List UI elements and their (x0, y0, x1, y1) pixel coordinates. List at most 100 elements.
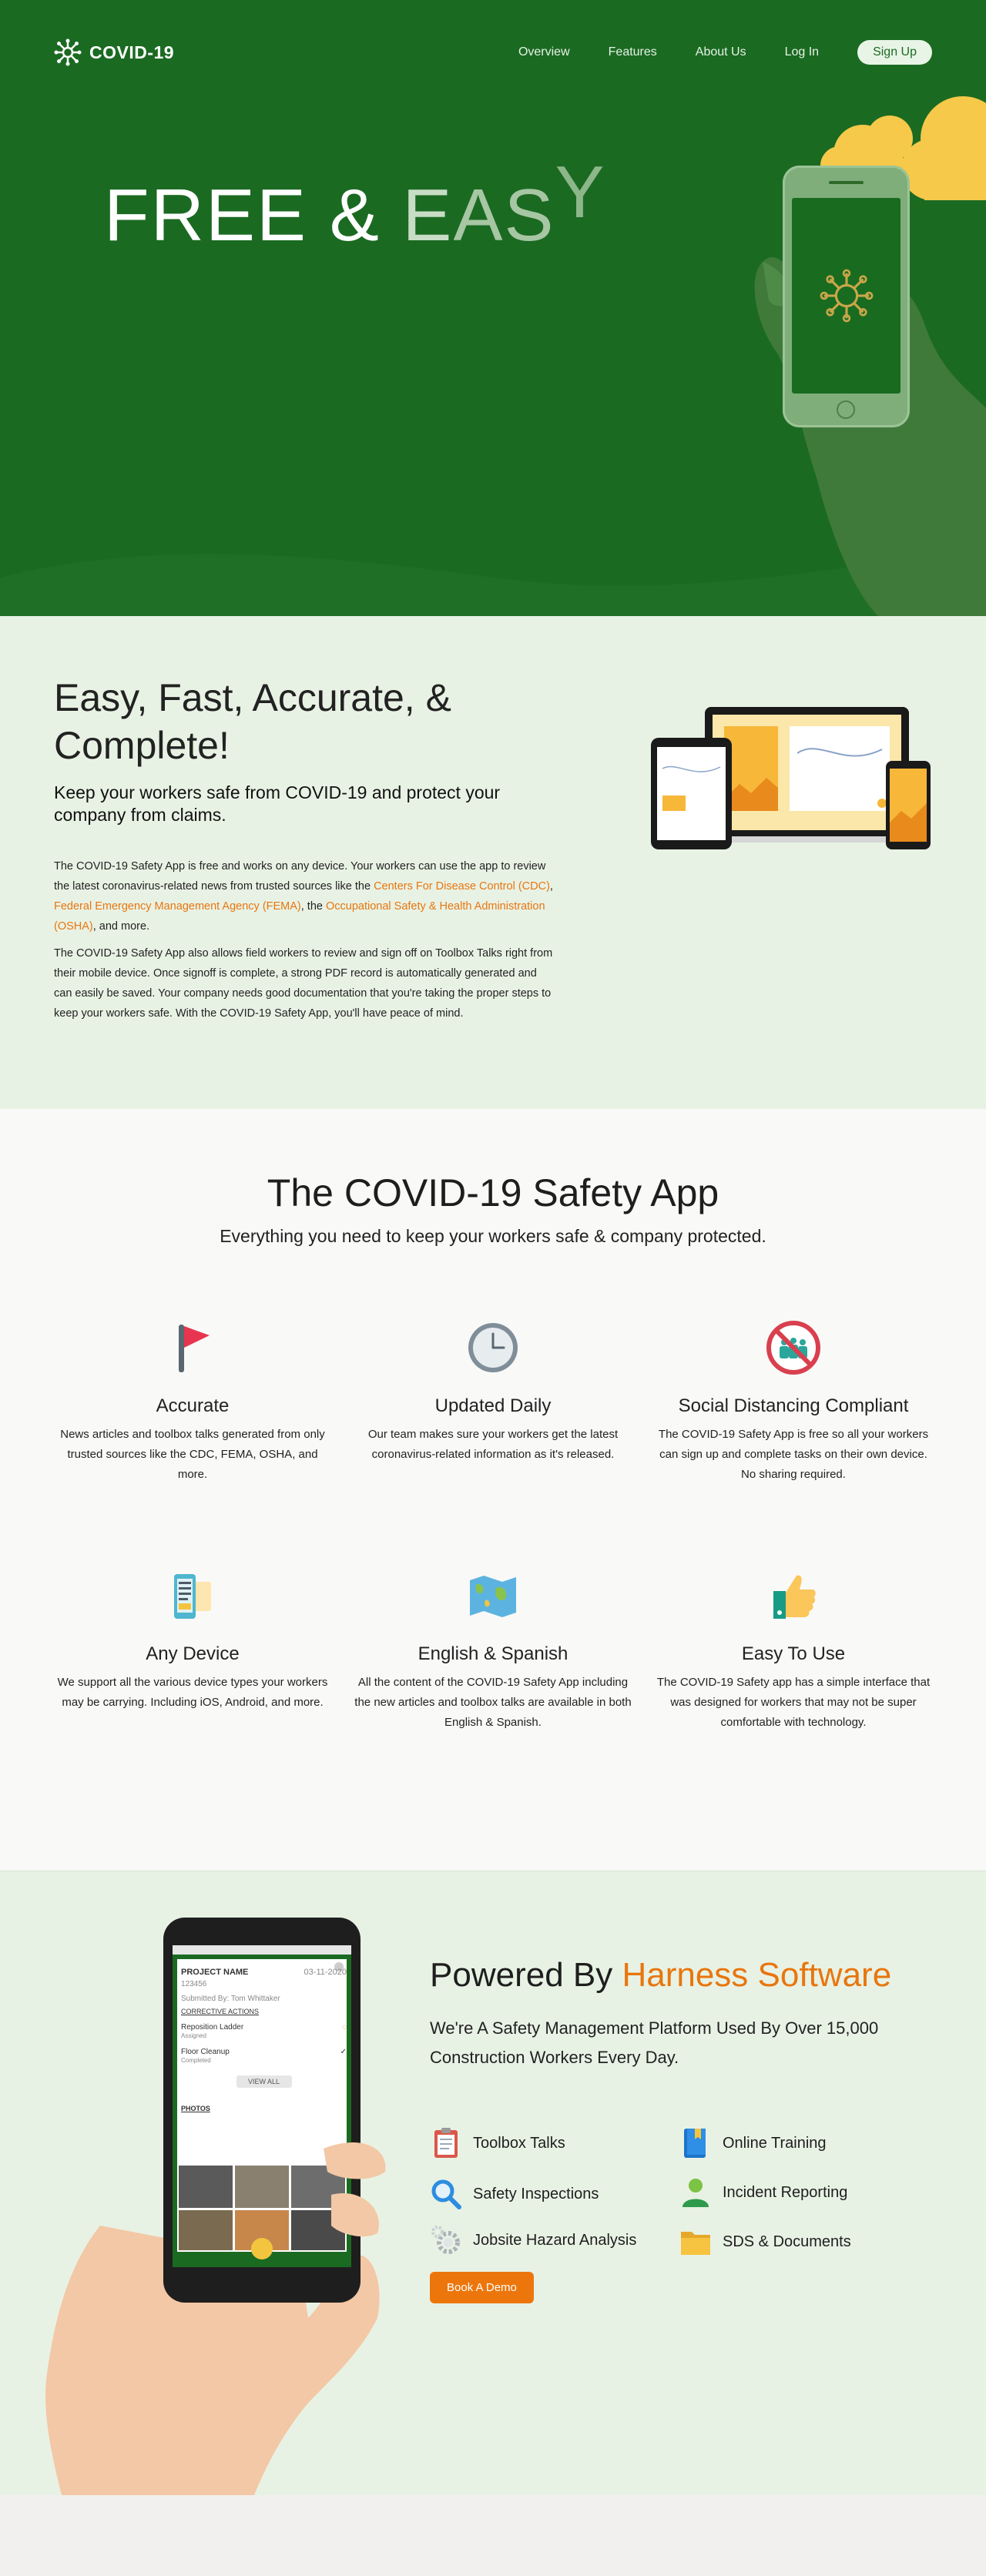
app-corrective-actions: CORRECTIVE ACTIONS (181, 2008, 260, 2015)
product-online-training[interactable]: Online Training (678, 2125, 827, 2161)
check-icon: ✓ (340, 2048, 347, 2056)
hero-title-a: A (453, 174, 505, 256)
brand-name: COVID-19 (89, 42, 175, 62)
clock-icon (468, 1323, 518, 1372)
feature-text: All the content of the COVID-19 Safety A… (354, 1676, 632, 1729)
nav-overview[interactable]: Overview (518, 45, 570, 59)
features-tagline: Everything you need to keep your workers… (220, 1226, 766, 1246)
hero-title-s: S (504, 174, 555, 256)
hero-title: FREE & EASY (104, 151, 606, 258)
cdc-link[interactable]: Centers For Disease Control (CDC) (374, 880, 550, 893)
feature-accurate: Accurate News articles and toolbox talks… (54, 1317, 331, 1485)
app-task-row[interactable]: Reposition Ladder Assigned ◌ (181, 2023, 347, 2040)
intro-paragraph-1: The COVID-19 Safety App is free and work… (54, 856, 555, 936)
product-label: Jobsite Hazard Analysis (473, 2231, 637, 2249)
app-submitted-by: Submitted By: Tom Whittaker (181, 1995, 280, 2003)
thumbs-up-icon (773, 1575, 816, 1619)
powered-section: PROJECT NAME 03-11-2020 123456 Submitted … (0, 1871, 986, 2495)
product-label: Safety Inspections (473, 2185, 599, 2202)
map-icon (470, 1576, 516, 1617)
pending-icon: ◌ (342, 2023, 347, 2032)
powered-heading-prefix: Powered By (430, 1956, 622, 1994)
app-task-row[interactable]: Floor Cleanup Completed ✓ (181, 2048, 347, 2065)
feature-title: Accurate (156, 1395, 230, 1416)
product-label: Online Training (723, 2134, 827, 2152)
flag-icon (179, 1325, 210, 1372)
app-photos-label: PHOTOS (181, 2105, 210, 2112)
intro-paragraph-2: The COVID-19 Safety App also allows fiel… (54, 947, 553, 1020)
product-toolbox-talks[interactable]: Toolbox Talks (428, 2125, 565, 2161)
intro-p1-sep: , (549, 880, 553, 893)
product-label: Incident Reporting (723, 2183, 848, 2201)
powered-heading-accent: Harness Software (622, 1956, 892, 1994)
book-demo-button[interactable]: Book A Demo (430, 2272, 534, 2303)
feature-text: News articles and toolbox talks generate… (60, 1428, 325, 1481)
feature-title: Updated Daily (434, 1395, 552, 1416)
app-task-name: Floor Cleanup (181, 2048, 230, 2056)
virus-icon (54, 39, 82, 66)
intro-section: Easy, Fast, Accurate, & Complete! Keep y… (0, 616, 986, 1109)
feature-english-spanish: English & Spanish All the content of the… (354, 1565, 632, 1733)
devices-illustration (651, 707, 931, 849)
virus-icon (820, 269, 873, 323)
hero-title-main: FREE & (104, 174, 403, 256)
features-heading: The COVID-19 Safety App (267, 1171, 719, 1214)
intro-heading: Easy, Fast, Accurate, & Complete! (54, 676, 451, 767)
feature-title: English & Spanish (418, 1643, 568, 1664)
nav-features[interactable]: Features (609, 45, 657, 59)
app-date: 03-11-2020 (304, 1968, 347, 1977)
app-screen: PROJECT NAME 03-11-2020 123456 Submitted … (181, 1968, 347, 2112)
product-sds-documents[interactable]: SDS & Documents (678, 2224, 851, 2259)
feature-title: Social Distancing Compliant (678, 1395, 909, 1416)
app-task-status: Completed (181, 2057, 211, 2064)
product-jobsite-hazard-analysis[interactable]: Jobsite Hazard Analysis (428, 2223, 636, 2258)
phone-home-button (837, 400, 855, 419)
feature-title: Any Device (146, 1643, 240, 1664)
feature-title: Easy To Use (741, 1643, 846, 1664)
intro-p1-end: , and more. (92, 920, 150, 933)
feature-text: The COVID-19 Safety app has a simple int… (656, 1676, 931, 1729)
app-project-id: 123456 (181, 1980, 207, 1988)
sign-up-button[interactable]: Sign Up (857, 40, 932, 65)
fema-link[interactable]: Federal Emergency Management Agency (FEM… (54, 900, 301, 913)
app-view-all-button[interactable]: VIEW ALL (236, 2075, 292, 2088)
nav-about-us[interactable]: About Us (696, 45, 746, 59)
app-project-label: PROJECT NAME (181, 1968, 249, 1977)
feature-text: We support all the various device types … (57, 1676, 328, 1709)
hero-phone (783, 166, 910, 427)
feature-text: The COVID-19 Safety App is free so all y… (658, 1428, 929, 1481)
footer-strip (0, 2495, 986, 2576)
top-nav: COVID-19 Overview Features About Us Log … (54, 34, 932, 71)
gears-icon (431, 2226, 460, 2254)
brand-logo[interactable]: COVID-19 (54, 39, 174, 66)
folder-icon (681, 2232, 710, 2255)
magnifier-icon (431, 2179, 461, 2209)
hero-title-y: Y (555, 151, 606, 233)
nav-log-in[interactable]: Log In (785, 45, 819, 59)
intro-p1-sep2: , the (300, 900, 326, 913)
no-crowd-icon (766, 1321, 820, 1375)
app-task-name: Reposition Ladder (181, 2023, 244, 2032)
clipboard-icon (434, 2128, 458, 2158)
person-icon (682, 2179, 709, 2207)
feature-any-device: Any Device We support all the various de… (54, 1565, 331, 1713)
phone-speaker (829, 181, 864, 184)
phone-screen (792, 198, 900, 394)
intro-subheading: Keep your workers safe from COVID-19 and… (54, 782, 501, 825)
devices-icon (174, 1574, 211, 1619)
powered-subheading: We're A Safety Management Platform Used … (430, 2018, 879, 2067)
nav-links: Overview Features About Us Log In Sign U… (518, 40, 932, 65)
hero-title-e: E (402, 174, 454, 256)
book-icon (684, 2129, 706, 2158)
feature-updated-daily: Updated Daily Our team makes sure your w… (354, 1317, 632, 1465)
product-incident-reporting[interactable]: Incident Reporting (678, 2175, 847, 2210)
feature-easy-to-use: Easy To Use The COVID-19 Safety app has … (655, 1565, 932, 1733)
features-section: The COVID-19 Safety App Everything you n… (0, 1109, 986, 1871)
product-safety-inspections[interactable]: Safety Inspections (428, 2176, 599, 2212)
product-label: SDS & Documents (723, 2233, 851, 2250)
powered-heading: Powered By Harness Software (430, 1956, 891, 1995)
product-label: Toolbox Talks (473, 2134, 565, 2152)
feature-social-distancing: Social Distancing Compliant The COVID-19… (655, 1317, 932, 1485)
app-task-status: Assigned (181, 2032, 206, 2039)
feature-text: Our team makes sure your workers get the… (367, 1428, 619, 1461)
